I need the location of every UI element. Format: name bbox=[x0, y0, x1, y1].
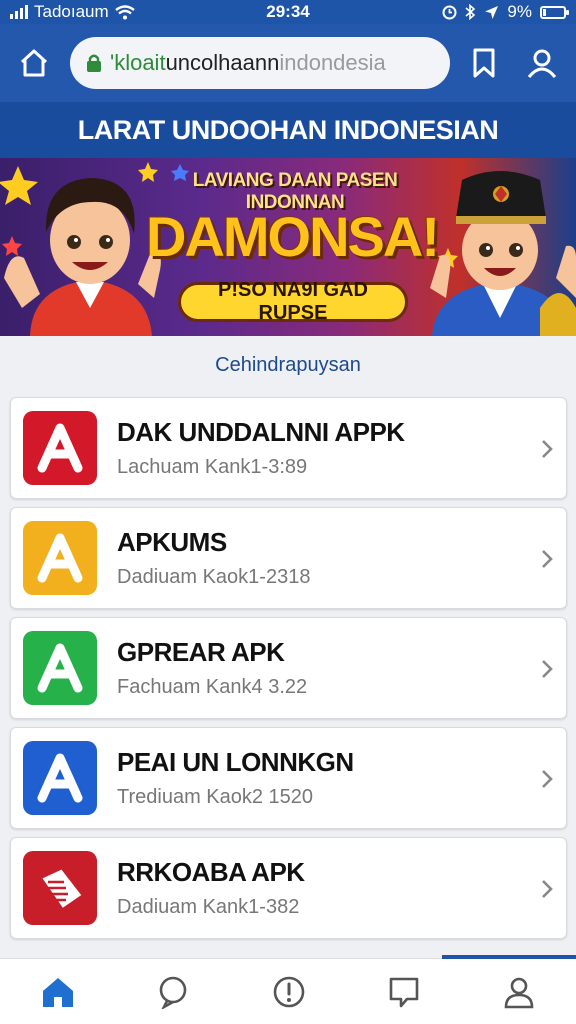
app-subtitle: Lachuam Kank1-3:89 bbox=[117, 456, 308, 478]
user-icon bbox=[527, 49, 557, 78]
bluetooth-icon bbox=[465, 4, 476, 20]
browser-toolbar: 'kloait uncolhaann indondesia bbox=[0, 24, 576, 102]
address-bar[interactable]: 'kloait uncolhaann indondesia bbox=[70, 37, 450, 89]
lock-icon bbox=[87, 54, 101, 72]
bookmark-icon bbox=[473, 48, 495, 78]
status-bar: Tadoıaum 29:34 9% bbox=[0, 0, 576, 24]
url-path: indondesia bbox=[279, 50, 386, 75]
app-list-item[interactable]: GPREAR APK Fachuam Kank4 3.22 bbox=[10, 617, 567, 719]
app-subtitle: Dadiuam Kank1-382 bbox=[117, 896, 300, 918]
app-store-icon bbox=[23, 631, 97, 705]
app-store-icon bbox=[23, 521, 97, 595]
home-button[interactable] bbox=[14, 43, 54, 83]
clock: 29:34 bbox=[266, 2, 310, 21]
location-icon bbox=[485, 5, 499, 19]
app-subtitle: Trediuam Kaok2 1520 bbox=[117, 786, 314, 808]
nav-alert-icon[interactable] bbox=[272, 975, 306, 1009]
chevron-right-icon bbox=[542, 440, 553, 458]
nav-profile-icon[interactable] bbox=[502, 975, 536, 1009]
app-list-item[interactable]: PEAI UN LONNKGN Trediuam Kaok2 1520 bbox=[10, 727, 567, 829]
account-button[interactable] bbox=[522, 43, 562, 83]
nav-home-icon[interactable] bbox=[40, 974, 76, 1010]
app-list-item[interactable]: DAK UNDDALNNI APPK Lachuam Kank1-3:89 bbox=[10, 397, 567, 499]
app-list-item[interactable]: RRKOABA APK Dadiuam Kank1-382 bbox=[10, 837, 567, 939]
banner-headline: DAMONSA! bbox=[146, 205, 440, 268]
app-subtitle: Dadiuam Kaok1-2318 bbox=[117, 566, 311, 588]
home-icon bbox=[20, 49, 48, 77]
chevron-right-icon bbox=[542, 660, 553, 678]
tag-icon bbox=[23, 851, 97, 925]
app-list: DAK UNDDALNNI APPK Lachuam Kank1-3:89 AP… bbox=[10, 397, 567, 947]
bottom-navigation bbox=[0, 955, 576, 1024]
banner-cta-button[interactable]: P!SO NA9I GAD RUPSE bbox=[178, 279, 408, 324]
signal-icon bbox=[10, 5, 28, 19]
nav-active-indicator bbox=[442, 955, 576, 959]
section-heading: Cehindrapuysan bbox=[215, 354, 361, 376]
page-title: LARAT UNDOOHAN INDONESIAN bbox=[0, 102, 576, 158]
carrier-label: Tadoıaum bbox=[34, 2, 109, 21]
wifi-icon bbox=[114, 4, 135, 19]
url-prefix: 'kloait bbox=[110, 50, 166, 75]
bookmark-button[interactable] bbox=[464, 43, 504, 83]
app-title: PEAI UN LONNKGN bbox=[117, 747, 354, 777]
battery-icon bbox=[540, 5, 569, 19]
app-title: APKUMS bbox=[117, 527, 227, 557]
battery-percent: 9% bbox=[507, 2, 532, 21]
app-store-icon bbox=[23, 741, 97, 815]
app-title: RRKOABA APK bbox=[117, 857, 305, 887]
promo-banner[interactable]: LAVIANG DAAN PASEN INDONNAN DAMONSA! P!S… bbox=[0, 158, 576, 336]
app-title: DAK UNDDALNNI APPK bbox=[117, 417, 405, 447]
alarm-icon bbox=[442, 5, 457, 19]
app-title: GPREAR APK bbox=[117, 637, 285, 667]
nav-messages-icon[interactable] bbox=[387, 975, 421, 1009]
app-store-icon bbox=[23, 411, 97, 485]
nav-search-icon[interactable] bbox=[157, 975, 191, 1009]
chevron-right-icon bbox=[542, 770, 553, 788]
app-list-item[interactable]: APKUMS Dadiuam Kaok1-2318 bbox=[10, 507, 567, 609]
app-subtitle: Fachuam Kank4 3.22 bbox=[117, 676, 308, 698]
chevron-right-icon bbox=[542, 880, 553, 898]
chevron-right-icon bbox=[542, 550, 553, 568]
url-domain: uncolhaann bbox=[165, 50, 280, 75]
